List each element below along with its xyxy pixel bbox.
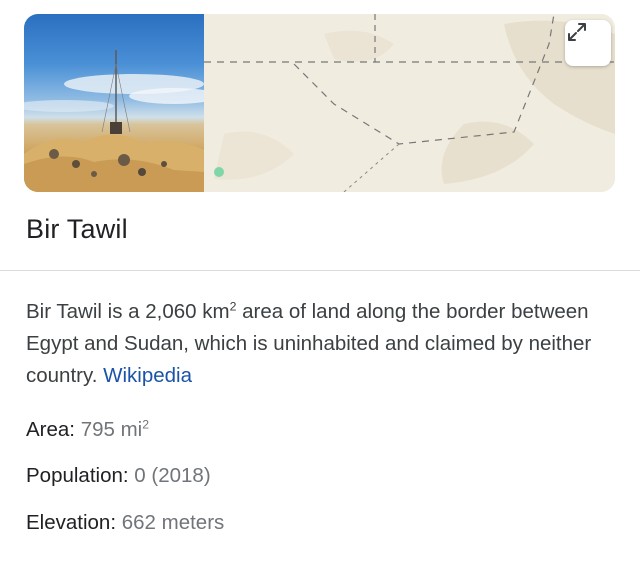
location-map[interactable]: [204, 14, 615, 192]
wikipedia-link[interactable]: Wikipedia: [103, 364, 192, 387]
fact-area: Area: 795 mi2: [26, 418, 149, 442]
fact-area-label: Area:: [26, 418, 75, 441]
expand-arrows-icon: [568, 23, 586, 41]
expand-map-button[interactable]: [565, 20, 611, 66]
fact-elevation-label: Elevation:: [26, 511, 117, 534]
bir-tawil-photo[interactable]: [24, 14, 204, 192]
section-divider: [0, 270, 640, 271]
map-drawing: [204, 14, 615, 192]
fact-area-value-text: 795 mi: [80, 418, 143, 441]
description-text-1: Bir Tawil is a 2,060 km: [26, 300, 230, 323]
fact-elevation: Elevation: 662 meters: [26, 511, 224, 535]
entity-description: Bir Tawil is a 2,060 km2 area of land al…: [26, 296, 622, 392]
fact-area-value-sup: 2: [142, 417, 150, 432]
fact-population-label: Population:: [26, 464, 129, 487]
fact-population: Population: 0 (2018): [26, 464, 211, 488]
entity-title: Bir Tawil: [26, 214, 128, 244]
fact-elevation-value: 662 meters: [121, 511, 225, 534]
knowledge-panel-hero: [24, 14, 615, 192]
photo-scene: [24, 50, 204, 192]
fact-area-value: 795 mi2: [81, 418, 149, 441]
fact-population-value: 0 (2018): [134, 464, 211, 487]
